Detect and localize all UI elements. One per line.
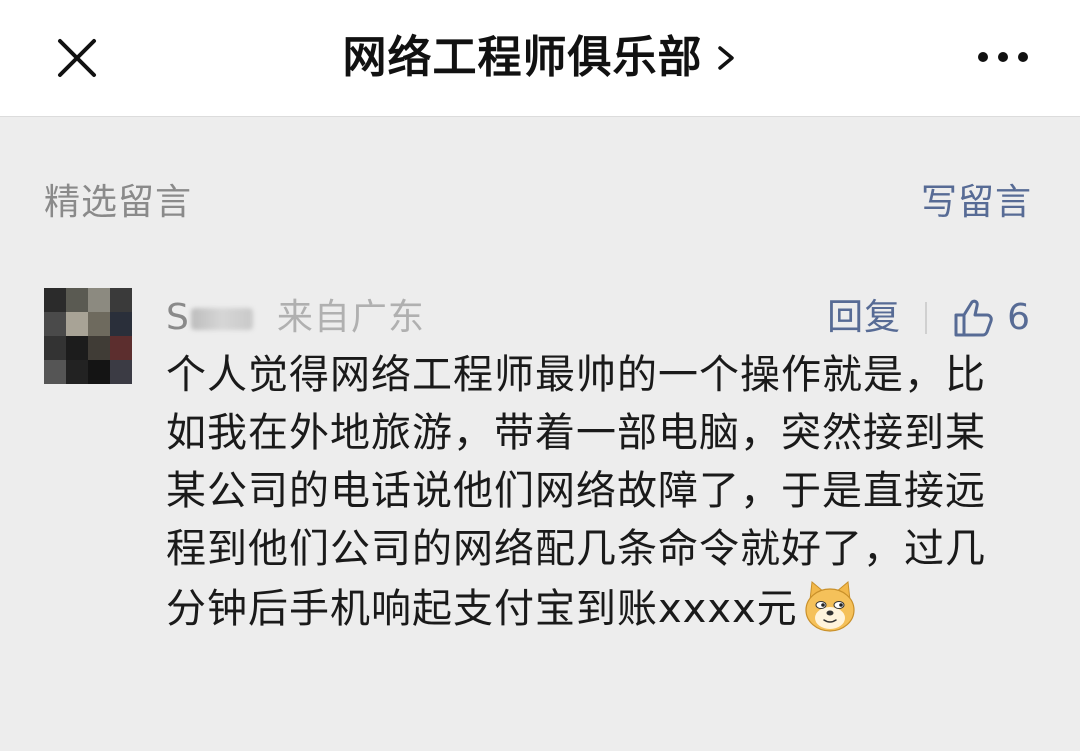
comment-text-block: 个人觉得网络工程师最帅的一个操作就是，比如我在外地旅游，带着一部电脑，突然接到某… xyxy=(166,346,1006,638)
like-count: 6 xyxy=(1007,297,1030,338)
comment-header: S 来自广东 xyxy=(166,292,425,344)
write-comment-button[interactable]: 写留言 xyxy=(921,178,1032,228)
commenter-nickname[interactable]: S xyxy=(166,292,253,344)
account-title-link[interactable]: 网络工程师俱乐部 xyxy=(0,28,1080,88)
top-bar: 网络工程师俱乐部 xyxy=(0,0,1080,117)
action-divider xyxy=(925,302,928,334)
reply-button[interactable]: 回复 xyxy=(827,292,901,344)
thumbs-up-icon xyxy=(954,299,993,337)
comment-actions: 回复 6 xyxy=(827,292,1030,344)
commenter-location: 来自广东 xyxy=(276,297,425,338)
doge-emoji-icon xyxy=(805,581,855,632)
nickname-blur xyxy=(190,308,253,330)
page-title: 网络工程师俱乐部 xyxy=(342,32,703,83)
like-button[interactable]: 6 xyxy=(953,292,1030,344)
more-icon[interactable] xyxy=(968,40,1038,74)
chevron-right-icon xyxy=(717,46,734,70)
comment-text: 个人觉得网络工程师最帅的一个操作就是，比如我在外地旅游，带着一部电脑，突然接到某… xyxy=(166,352,986,632)
avatar[interactable] xyxy=(44,288,132,384)
featured-comments-title: 精选留言 xyxy=(44,182,193,223)
